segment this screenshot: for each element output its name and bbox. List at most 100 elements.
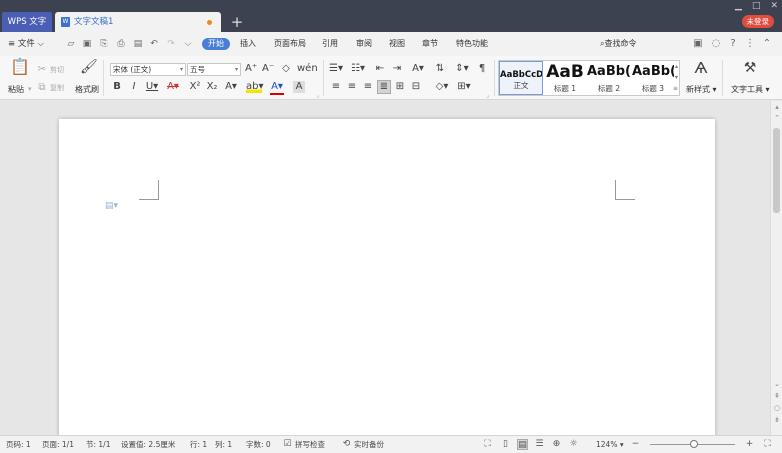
undo-icon[interactable]: ↶ xyxy=(149,39,159,49)
customize-toolbar-icon[interactable]: ⌵ xyxy=(183,39,193,49)
align-center-icon[interactable]: ≡ xyxy=(346,81,358,93)
feedback-icon[interactable]: ◌ xyxy=(710,38,722,50)
font-name-select[interactable]: 宋体 (正文) ▾ xyxy=(110,63,186,76)
spell-check-button[interactable]: 拼写检查 xyxy=(295,436,325,453)
styles-expand-icon[interactable]: ≡ xyxy=(673,85,678,92)
eye-protection-icon[interactable]: ☼ xyxy=(568,439,579,450)
scroll-thumb[interactable] xyxy=(773,128,780,213)
decrease-indent-icon[interactable]: ⇤ xyxy=(374,63,386,75)
text-tools-button[interactable]: 文字工具 ▾ xyxy=(731,84,770,95)
tab-review[interactable]: 审阅 xyxy=(356,38,372,50)
clear-format-icon[interactable]: ◇ xyxy=(280,63,292,75)
reading-mode-icon[interactable]: ▯ xyxy=(500,439,511,450)
more-icon[interactable]: ⋮ xyxy=(744,38,756,50)
align-right-icon[interactable]: ≡ xyxy=(362,81,374,93)
tab-special-features[interactable]: 特色功能 xyxy=(456,38,488,50)
justify-icon[interactable]: ≣ xyxy=(377,80,391,94)
redo-icon[interactable]: ↷ xyxy=(166,39,176,49)
tab-document[interactable]: W 文字文稿1 xyxy=(55,12,221,32)
bold-icon[interactable]: B xyxy=(112,81,122,93)
scroll-up-arrow-icon[interactable]: ⌃ xyxy=(772,113,782,123)
status-row[interactable]: 行: 1 xyxy=(190,436,207,453)
highlight-icon[interactable]: ab▾ xyxy=(246,81,264,93)
paste-button[interactable]: 粘贴 xyxy=(8,84,24,95)
maximize-icon[interactable]: □ xyxy=(752,0,761,12)
copy-button[interactable]: 复制 xyxy=(50,83,64,93)
style-heading-1[interactable]: AaB 标题 1 xyxy=(544,61,586,95)
distribute-icon[interactable]: ⊞ xyxy=(394,81,406,93)
table-props-icon[interactable]: ⊟ xyxy=(410,81,422,93)
style-heading-3[interactable]: AaBb( 标题 3 xyxy=(632,61,674,95)
zoom-slider-handle[interactable] xyxy=(690,440,698,448)
paste-dropdown-icon[interactable]: ▾ xyxy=(28,85,32,93)
borders-icon[interactable]: ⊞▾ xyxy=(456,81,472,93)
outline-view-icon[interactable]: ☰ xyxy=(534,439,545,450)
tab-references[interactable]: 引用 xyxy=(322,38,338,50)
status-section[interactable]: 节: 1/1 xyxy=(86,436,110,453)
open-folder-icon[interactable]: ▱ xyxy=(66,39,76,49)
prev-page-icon[interactable]: ⇞ xyxy=(772,391,782,401)
font-dialog-launcher-icon[interactable]: ⌟ xyxy=(316,92,319,99)
print-preview-icon[interactable]: ▤ xyxy=(133,39,143,49)
show-marks-icon[interactable]: ¶ xyxy=(476,63,488,75)
bullet-list-icon[interactable]: ☰▾ xyxy=(328,63,344,75)
zoom-out-icon[interactable]: − xyxy=(630,439,641,450)
fullscreen-icon[interactable]: ⛶ xyxy=(482,439,493,450)
line-spacing-icon[interactable]: ⇕▾ xyxy=(454,63,470,75)
tab-page-layout[interactable]: 页面布局 xyxy=(274,38,306,50)
italic-icon[interactable]: I xyxy=(129,81,139,93)
chinese-layout-icon[interactable]: A▾ xyxy=(410,63,426,75)
print-icon[interactable]: ⎙ xyxy=(116,39,126,49)
document-page[interactable]: ▤▾ xyxy=(59,119,715,435)
status-column[interactable]: 列: 1 xyxy=(215,436,232,453)
close-icon[interactable]: ✕ xyxy=(770,0,778,12)
char-shading-icon[interactable]: A xyxy=(293,81,305,93)
new-style-button[interactable]: 新样式 ▾ xyxy=(686,84,717,95)
paragraph-layout-icon[interactable]: ▤▾ xyxy=(105,201,118,211)
status-setting-value[interactable]: 设置值: 2.5厘米 xyxy=(121,436,175,453)
tab-view[interactable]: 视图 xyxy=(389,38,405,50)
web-view-icon[interactable]: ⊕ xyxy=(551,439,562,450)
tab-chapter[interactable]: 章节 xyxy=(422,38,438,50)
cut-button[interactable]: 剪切 xyxy=(50,65,64,75)
page-view-icon[interactable]: ▤ xyxy=(517,439,528,450)
export-icon[interactable]: ⎘ xyxy=(99,39,109,49)
numbered-list-icon[interactable]: ☷▾ xyxy=(350,63,366,75)
styles-scroll-down-icon[interactable]: ▾ xyxy=(675,74,678,81)
file-menu-button[interactable]: ≡ 文件 ⌵ xyxy=(8,32,44,56)
vertical-scrollbar[interactable]: ▴ ⌃ ⌄ ⇞ ○ ⇟ xyxy=(770,101,782,435)
font-size-select[interactable]: 五号 ▾ xyxy=(187,63,241,76)
realtime-backup-button[interactable]: 实时备份 xyxy=(354,436,384,453)
grow-font-icon[interactable]: A⁺ xyxy=(245,63,257,75)
select-browse-icon[interactable]: ○ xyxy=(772,403,782,413)
paragraph-dialog-launcher-icon[interactable]: ⌟ xyxy=(486,92,489,99)
tab-wps-app[interactable]: WPS 文字 xyxy=(2,12,52,32)
paste-icon[interactable]: 📋 xyxy=(10,59,30,79)
next-page-icon[interactable]: ⇟ xyxy=(772,415,782,425)
sort-icon[interactable]: ⇅ xyxy=(434,63,446,75)
fit-page-icon[interactable]: ⛶ xyxy=(762,439,773,450)
collapse-ribbon-icon[interactable]: ⌃ xyxy=(761,38,773,50)
pinyin-guide-icon[interactable]: wén xyxy=(297,63,318,75)
skin-icon[interactable]: ▣ xyxy=(692,38,704,50)
help-icon[interactable]: ? xyxy=(727,38,739,50)
tab-start[interactable]: 开始 xyxy=(202,38,230,50)
scroll-up-icon[interactable]: ▴ xyxy=(772,102,782,112)
style-normal[interactable]: AaBbCcD 正文 xyxy=(499,61,543,95)
document-canvas[interactable]: ▤▾ xyxy=(0,101,770,435)
font-color-icon[interactable]: A▾ xyxy=(270,81,284,95)
status-word-count[interactable]: 字数: 0 xyxy=(246,436,271,453)
zoom-in-icon[interactable]: + xyxy=(744,439,755,450)
increase-indent-icon[interactable]: ⇥ xyxy=(391,63,403,75)
shrink-font-icon[interactable]: A⁻ xyxy=(262,63,274,75)
align-left-icon[interactable]: ≡ xyxy=(330,81,342,93)
shading-icon[interactable]: ◇▾ xyxy=(434,81,450,93)
format-painter-button[interactable]: 格式刷 xyxy=(75,84,99,95)
subscript-icon[interactable]: X₂ xyxy=(206,81,218,93)
search-command-button[interactable]: ⌕查找命令 xyxy=(600,32,636,56)
status-pages[interactable]: 页面: 1/1 xyxy=(42,436,74,453)
minimize-icon[interactable]: ▁ xyxy=(735,0,742,12)
underline-icon[interactable]: U▾ xyxy=(145,81,159,93)
scroll-down-arrow-icon[interactable]: ⌄ xyxy=(772,379,782,389)
text-effect-icon[interactable]: A▾ xyxy=(224,81,238,93)
